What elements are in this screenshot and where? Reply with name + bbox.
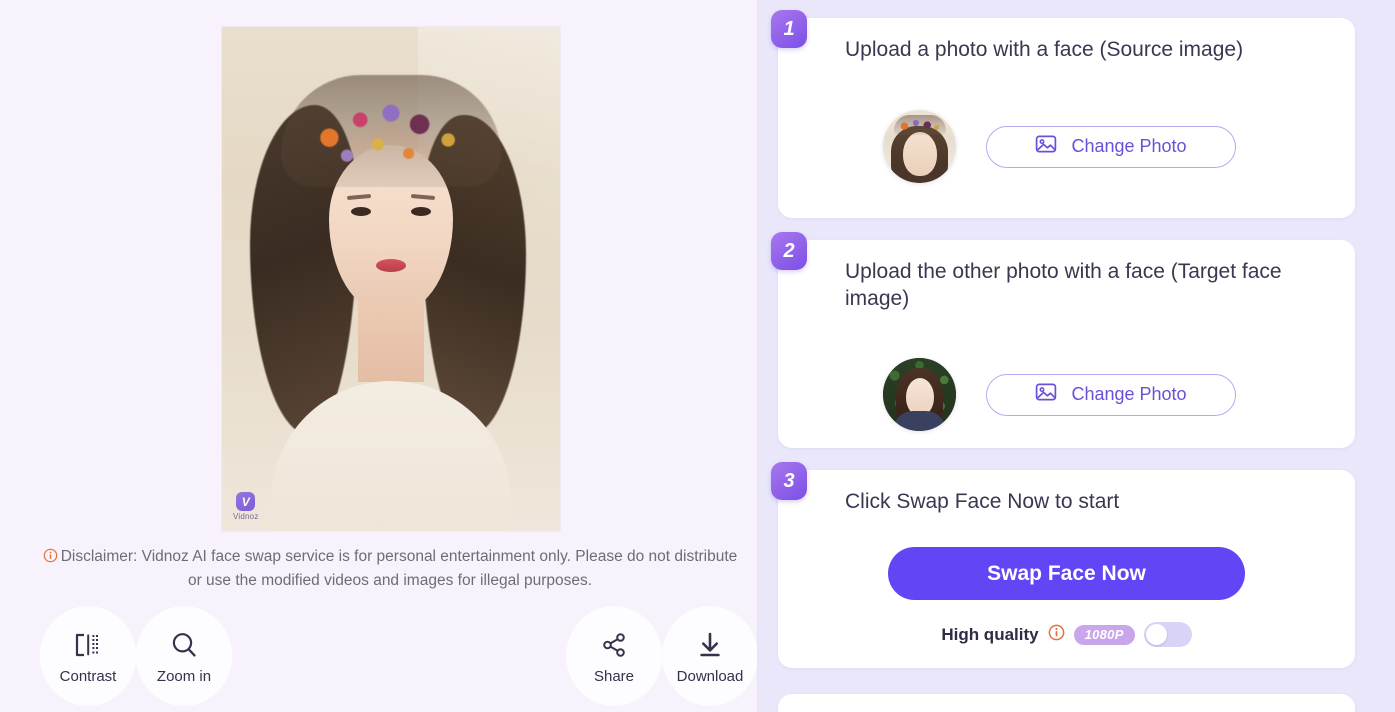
step-card-4-partial: [778, 694, 1355, 712]
step-card-2: 2 Upload the other photo with a face (Ta…: [771, 232, 1355, 448]
portrait-photo: [222, 27, 560, 531]
zoom-in-label: Zoom in: [156, 667, 212, 685]
image-icon: [1035, 382, 1057, 407]
vidnoz-logo-icon: V: [236, 492, 256, 511]
download-label: Download: [676, 667, 744, 685]
watermark-label: Vidnoz: [233, 512, 259, 521]
share-button[interactable]: Share: [566, 606, 662, 706]
face-swap-app: V Vidnoz Disclaimer: Vidnoz AI face swap…: [0, 0, 1395, 712]
step-number-badge-2: 2: [771, 232, 807, 270]
high-quality-label: High quality: [941, 624, 1039, 644]
result-image-preview[interactable]: V Vidnoz: [222, 27, 560, 531]
change-photo-button-target[interactable]: Change Photo: [986, 373, 1236, 416]
change-photo-label-source: Change Photo: [1071, 136, 1187, 156]
steps-panel: 1 Upload a photo with a face (Source ima…: [758, 0, 1395, 712]
source-face-thumbnail[interactable]: [883, 110, 956, 183]
disclaimer: Disclaimer: Vidnoz AI face swap service …: [40, 545, 740, 593]
toggle-knob: [1145, 624, 1167, 645]
step-3-title: Click Swap Face Now to start: [845, 490, 1120, 513]
image-icon: [1035, 134, 1057, 159]
download-button[interactable]: Download: [662, 606, 758, 706]
contrast-label: Contrast: [59, 667, 117, 685]
swap-face-now-button[interactable]: Swap Face Now: [888, 547, 1245, 600]
step-number-badge-3: 3: [771, 462, 807, 500]
high-quality-row: High quality 1080P: [778, 622, 1355, 647]
share-label: Share: [593, 667, 635, 685]
step-card-1: 1 Upload a photo with a face (Source ima…: [771, 10, 1355, 218]
download-icon: [695, 628, 725, 662]
step-1-title: Upload a photo with a face (Source image…: [845, 38, 1244, 61]
step-2-title: Upload the other photo with a face (Targ…: [845, 260, 1282, 310]
step-number-badge-1: 1: [771, 10, 807, 48]
change-photo-button-source[interactable]: Change Photo: [986, 125, 1236, 168]
change-photo-label-target: Change Photo: [1071, 384, 1187, 404]
target-face-thumbnail[interactable]: [883, 358, 956, 431]
zoom-in-button[interactable]: Zoom in: [136, 606, 232, 706]
step-card-3: 3 Click Swap Face Now to start Swap Face…: [771, 462, 1355, 668]
disclaimer-text: Disclaimer: Vidnoz AI face swap service …: [60, 548, 738, 589]
step-2-content: Change Photo: [883, 358, 1236, 431]
contrast-icon: [73, 628, 103, 662]
image-tools-bar: Contrast Zoom in Share Download: [40, 606, 758, 706]
high-quality-toggle[interactable]: [1143, 622, 1192, 647]
info-icon[interactable]: [1048, 624, 1065, 646]
step-1-content: Change Photo: [883, 110, 1236, 183]
vidnoz-watermark: V Vidnoz: [233, 492, 259, 521]
magnifier-icon: [169, 628, 199, 662]
share-icon: [599, 628, 629, 662]
info-icon: [43, 547, 58, 563]
preview-panel: V Vidnoz Disclaimer: Vidnoz AI face swap…: [0, 0, 758, 712]
contrast-button[interactable]: Contrast: [40, 606, 136, 706]
resolution-badge: 1080P: [1073, 624, 1135, 645]
